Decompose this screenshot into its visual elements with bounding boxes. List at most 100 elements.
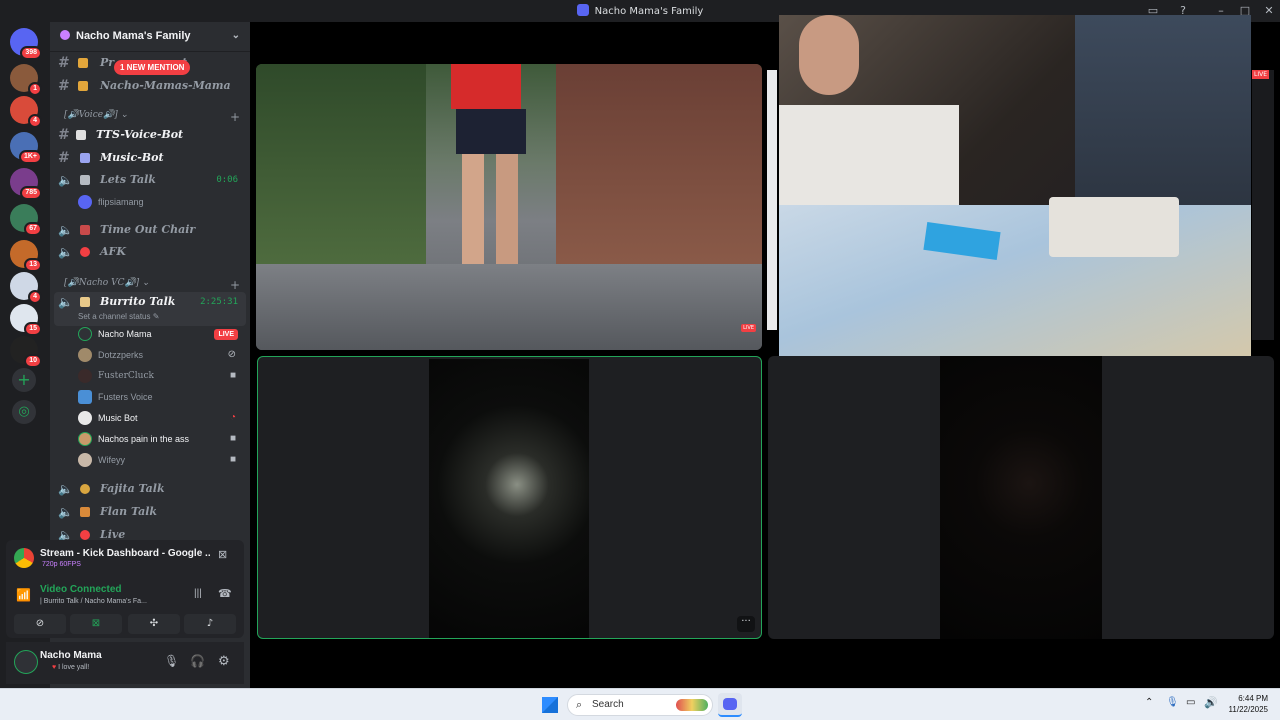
- voice-status[interactable]: Video Connected: [40, 584, 122, 595]
- text-channel[interactable]: # Nacho-Mamas-Mama: [50, 76, 250, 96]
- text-channel-music[interactable]: # Music-Bot: [50, 148, 250, 168]
- server-muted-icon: ◔: [229, 412, 236, 423]
- chair-icon: [80, 225, 90, 235]
- volume-icon[interactable]: 🔊: [1204, 696, 1218, 709]
- add-server-icon[interactable]: +: [12, 368, 36, 392]
- disconnect-icon[interactable]: ☎: [218, 587, 232, 600]
- video-tile-desk[interactable]: [779, 15, 1251, 369]
- no-entry-icon: [80, 247, 90, 257]
- fajita-icon: [80, 484, 90, 494]
- dark-camera-video: [940, 356, 1102, 639]
- discord-icon: [723, 698, 737, 710]
- voice-user[interactable]: Music Bot ◔: [76, 408, 246, 428]
- discord-taskbar-button[interactable]: [718, 693, 742, 717]
- server-icon[interactable]: 1: [10, 64, 42, 96]
- building: [556, 64, 762, 264]
- voice-channel-fajita[interactable]: 🔈 Fajita Talk: [50, 479, 250, 499]
- person-face: [799, 15, 859, 95]
- speaker-emoji-icon: [80, 175, 90, 185]
- activities-button[interactable]: ✣: [128, 614, 180, 634]
- camera-icon: ■: [229, 454, 236, 465]
- taskbar-search[interactable]: ⌕ Search: [567, 694, 713, 716]
- avatar: [78, 411, 92, 425]
- chevron-up-icon[interactable]: ⌃: [1145, 697, 1153, 708]
- speaker-icon: 🔈: [58, 223, 73, 237]
- guild-header[interactable]: Nacho Mama's Family ⌄: [50, 22, 250, 52]
- video-tile-street[interactable]: LIVE: [256, 64, 762, 350]
- category-voice[interactable]: [🔊Voice🔊] ⌄ +: [64, 110, 240, 124]
- discover-icon[interactable]: ◎: [12, 400, 36, 424]
- stream-quality: 720p 60FPS: [42, 561, 81, 568]
- server-icon[interactable]: 10: [10, 336, 42, 368]
- stream-side-panel: [767, 70, 777, 330]
- voice-user[interactable]: Dotzzperks ⊘: [76, 345, 246, 365]
- voice-user[interactable]: Wifeyy ■: [76, 450, 246, 470]
- username: Nacho Mama: [40, 650, 102, 661]
- microphone-icon[interactable]: 🎙: [164, 654, 179, 668]
- stream-title: Stream - Kick Dashboard - Google ...: [40, 548, 210, 559]
- microphone-tray-icon[interactable]: 🎙: [1166, 697, 1179, 708]
- new-mention-pill[interactable]: 1 NEW MENTION: [114, 60, 191, 75]
- voice-channel-flan[interactable]: 🔈 Flan Talk: [50, 502, 250, 522]
- windows-start-icon[interactable]: [542, 697, 558, 713]
- text-channel-tts[interactable]: # TTS-Voice-Bot: [50, 125, 250, 145]
- voice-channel-timeout[interactable]: 🔈 Time Out Chair: [50, 220, 250, 240]
- video-stage: LIVE LIVE ···: [250, 15, 1280, 688]
- server-icon[interactable]: 785: [10, 168, 42, 200]
- road: [256, 264, 762, 350]
- system-clock[interactable]: 6:44 PM 11/22/2025: [1229, 693, 1268, 715]
- camera-off-button[interactable]: ⊘: [14, 614, 66, 634]
- night-road-video: [429, 359, 589, 638]
- signal-icon[interactable]: 📶: [16, 588, 31, 602]
- person-shorts: [456, 109, 526, 154]
- voice-user[interactable]: Nachos pain in the ass ■: [76, 429, 246, 449]
- avatar[interactable]: [14, 650, 38, 674]
- headphones-icon[interactable]: 🎧: [190, 654, 205, 668]
- stream-side-panel: [1252, 70, 1274, 340]
- chrome-icon: [14, 548, 34, 568]
- voice-user[interactable]: flipsiamang: [76, 192, 246, 212]
- server-icon[interactable]: 4: [10, 272, 42, 304]
- soundboard-button[interactable]: ♪: [184, 614, 236, 634]
- music-icon: [80, 153, 90, 163]
- network-icon[interactable]: ▭: [1186, 697, 1195, 708]
- video-tile-dark[interactable]: [768, 356, 1274, 639]
- search-highlight-icon: [676, 699, 708, 711]
- video-tile-car[interactable]: ···: [257, 356, 762, 639]
- category-nacho-vc[interactable]: [🔊Nacho VC🔊] ⌄ +: [64, 278, 240, 292]
- server-icon[interactable]: 1K+: [10, 132, 42, 164]
- voice-channel-lets-talk[interactable]: 🔈 Lets Talk 0:06: [50, 170, 250, 190]
- server-icon[interactable]: 4: [10, 96, 42, 128]
- voice-user[interactable]: Nacho Mama LIVE: [76, 324, 246, 344]
- voice-channel-afk[interactable]: 🔈 AFK: [50, 242, 250, 262]
- share-screen-button[interactable]: ⊠: [70, 614, 122, 634]
- close-button[interactable]: ✕: [1260, 3, 1278, 19]
- voice-user[interactable]: Fusters Voice: [76, 387, 246, 407]
- voice-channel-link[interactable]: | Burrito Talk / Nacho Mama's Fa...: [40, 598, 147, 605]
- stop-stream-icon[interactable]: ⊠: [218, 548, 227, 561]
- avatar: [78, 195, 92, 209]
- containers: [1049, 197, 1179, 257]
- camera-icon: ■: [229, 433, 236, 444]
- settings-gear-icon[interactable]: ⚙: [218, 653, 230, 669]
- live-badge: LIVE: [741, 324, 756, 332]
- server-icon[interactable]: 13: [10, 240, 42, 272]
- add-channel-icon[interactable]: +: [230, 110, 240, 124]
- channel-status[interactable]: Set a channel status ✎: [78, 312, 159, 321]
- more-options-icon[interactable]: ···: [737, 616, 755, 632]
- direct-messages-button[interactable]: 398: [10, 28, 42, 60]
- avatar: [78, 453, 92, 467]
- server-icon[interactable]: 15: [10, 304, 42, 336]
- noise-suppression-icon[interactable]: |||: [194, 588, 202, 599]
- red-circle-icon: [80, 530, 90, 540]
- voice-channel-burrito[interactable]: 🔈 Burrito Talk 2:25:31: [50, 292, 250, 312]
- chevron-down-icon[interactable]: ⌄: [232, 30, 240, 41]
- speaker-icon: 🔈: [58, 173, 73, 187]
- hash-icon: #: [58, 127, 70, 143]
- avatar: [78, 348, 92, 362]
- voice-user[interactable]: FusterCluck ■: [76, 366, 246, 386]
- windows-taskbar: ⌕ Search ⌃ 🎙 ▭ 🔊 6:44 PM 11/22/2025: [0, 688, 1280, 720]
- hash-icon: #: [58, 150, 70, 166]
- server-icon[interactable]: 67: [10, 204, 42, 236]
- add-channel-icon[interactable]: +: [230, 278, 240, 292]
